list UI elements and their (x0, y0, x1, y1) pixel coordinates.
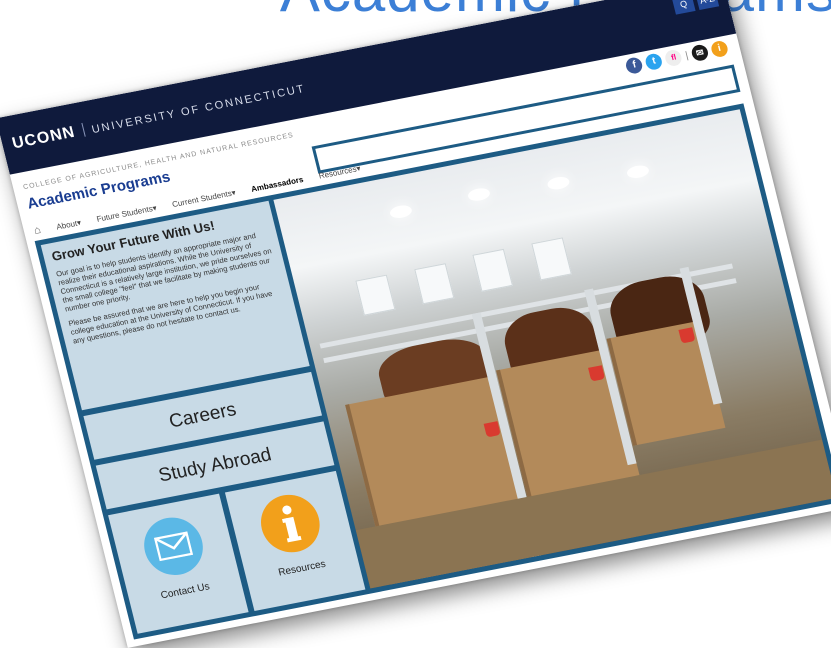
a-z-button[interactable]: A-Z (695, 0, 720, 11)
barn-window (414, 263, 455, 305)
email-icon[interactable]: ✉ (690, 43, 710, 63)
red-bucket (678, 327, 696, 344)
nav-about-label: About (55, 218, 79, 232)
horse-barn-photo (273, 109, 831, 589)
resources-tile[interactable]: Resources (224, 470, 366, 612)
social-divider: | (684, 49, 690, 61)
envelope-icon (138, 512, 209, 580)
home-icon[interactable]: ⌂ (33, 224, 42, 237)
info-icon[interactable]: i (709, 39, 730, 59)
uconn-logo: UCONN (10, 123, 78, 153)
ceiling-light (466, 186, 492, 203)
ceiling-light (546, 175, 571, 192)
contact-us-label: Contact Us (159, 581, 211, 602)
website-screenshot: UCONNUNIVERSITY OF CONNECTICUT Q A-Z COL… (0, 0, 831, 648)
brand-divider (81, 122, 86, 137)
ceiling-light (625, 163, 651, 180)
facebook-icon[interactable]: f (624, 56, 645, 75)
university-name: UNIVERSITY OF CONNECTICUT (90, 82, 307, 137)
barn-window (355, 274, 396, 316)
contact-us-tile[interactable]: Contact Us (108, 493, 249, 634)
info-icon (254, 489, 326, 558)
nav-about[interactable]: About▾ (55, 218, 82, 231)
red-bucket (588, 365, 606, 382)
ceiling-light (388, 203, 414, 220)
barn-window (472, 248, 514, 292)
resources-label: Resources (277, 558, 327, 579)
search-button[interactable]: Q (671, 0, 696, 15)
red-bucket (483, 421, 501, 438)
barn-window (531, 237, 572, 281)
search-icon: Q (678, 0, 689, 10)
flickr-icon[interactable]: fl (663, 48, 684, 68)
twitter-icon[interactable]: t (644, 52, 664, 71)
